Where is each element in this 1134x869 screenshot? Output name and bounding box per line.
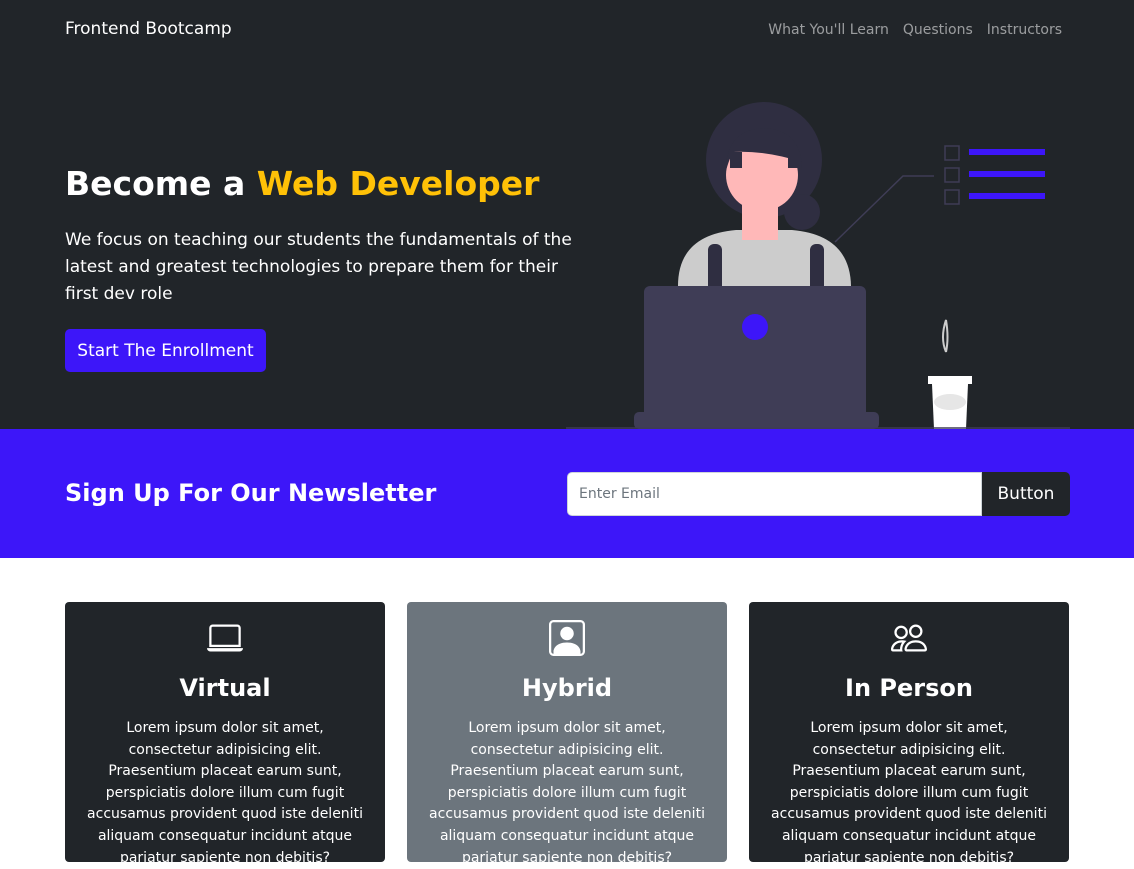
card-text: Lorem ipsum dolor sit amet, consectetur … [87, 720, 363, 866]
laptop-icon [65, 620, 385, 656]
card-title: Virtual [179, 674, 271, 702]
hero-section: Become a Web Developer We focus on teach… [0, 62, 1134, 429]
nav-links: What You'll Learn Questions Instructors [768, 22, 1062, 38]
hero-title: Become a Web Developer [65, 164, 539, 203]
nav-link-what-youll-learn[interactable]: What You'll Learn [768, 22, 889, 38]
checklist-graphic [834, 145, 1045, 243]
hero-lead: We focus on teaching our students the fu… [65, 230, 572, 304]
coffee-cup-graphic [928, 319, 972, 429]
newsletter-submit-button[interactable]: Button [982, 472, 1070, 516]
start-enrollment-button[interactable]: Start The Enrollment [65, 329, 266, 372]
nav-link-questions[interactable]: Questions [903, 22, 973, 38]
boxes-section: Virtual Lorem ipsum dolor sit amet, cons… [0, 558, 1134, 866]
navbar: Frontend Bootcamp What You'll Learn Ques… [0, 0, 1134, 62]
card-text: Lorem ipsum dolor sit amet, consectetur … [771, 720, 1047, 866]
email-input[interactable] [567, 472, 982, 516]
card-hybrid: Hybrid Lorem ipsum dolor sit amet, conse… [407, 602, 727, 866]
newsletter-section: Sign Up For Our Newsletter Button [0, 429, 1134, 558]
card-title: In Person [845, 674, 973, 702]
card-virtual: Virtual Lorem ipsum dolor sit amet, cons… [65, 602, 385, 866]
people-icon [749, 620, 1069, 656]
hero-title-prefix: Become a [65, 164, 257, 203]
newsletter-title: Sign Up For Our Newsletter [65, 479, 437, 507]
person-square-icon [407, 620, 727, 656]
hero-title-highlight: Web Developer [256, 164, 540, 203]
developer-illustration [566, 102, 1070, 429]
card-title: Hybrid [521, 674, 613, 702]
card-in-person: In Person Lorem ipsum dolor sit amet, co… [749, 602, 1069, 866]
nav-link-instructors[interactable]: Instructors [987, 22, 1062, 38]
card-text: Lorem ipsum dolor sit amet, consectetur … [429, 720, 705, 866]
person-graphic [678, 102, 851, 292]
brand-link[interactable]: Frontend Bootcamp [65, 19, 232, 39]
laptop-graphic [634, 286, 879, 429]
